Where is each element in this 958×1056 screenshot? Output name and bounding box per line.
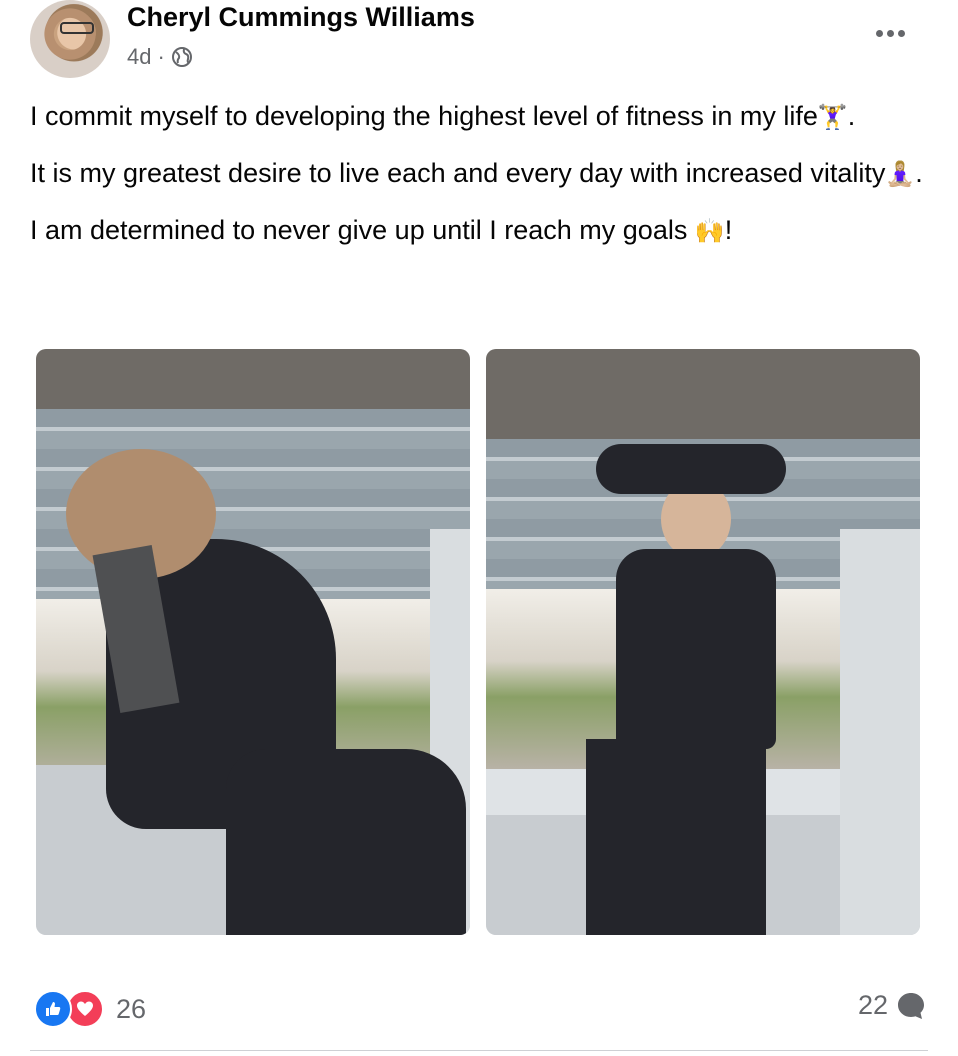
post-paragraph: I commit myself to developing the highes… bbox=[30, 101, 856, 131]
avatar-glasses bbox=[60, 22, 94, 34]
meditation-emoji: 🧘🏼‍♀️ bbox=[885, 161, 916, 188]
reaction-count: 26 bbox=[116, 993, 147, 1024]
more-options-icon[interactable] bbox=[870, 20, 910, 46]
post-paragraph: It is my greatest desire to live each an… bbox=[30, 158, 923, 188]
author-avatar[interactable] bbox=[30, 0, 110, 78]
divider bbox=[30, 1050, 928, 1051]
like-icon bbox=[34, 990, 72, 1028]
globe-icon[interactable] bbox=[171, 46, 193, 68]
comments-summary[interactable]: 22 bbox=[858, 990, 926, 1021]
post-paragraph: I am determined to never give up until I… bbox=[30, 215, 733, 245]
reactions-summary[interactable]: 26 bbox=[34, 990, 146, 1028]
post-time[interactable]: 4d bbox=[127, 44, 151, 70]
avatar-hair bbox=[38, 6, 102, 76]
author-name[interactable]: Cheryl Cummings Williams bbox=[127, 2, 475, 33]
weightlifter-emoji: 🏋️‍♀️ bbox=[817, 104, 848, 131]
post-body: I commit myself to developing the highes… bbox=[30, 96, 930, 267]
post-meta: 4d · bbox=[127, 44, 193, 70]
photo-overhead-extension[interactable] bbox=[486, 349, 920, 935]
comment-count: 22 bbox=[857, 990, 888, 1020]
meta-separator: · bbox=[157, 44, 165, 69]
comment-icon bbox=[896, 991, 926, 1021]
raised-hands-emoji: 🙌 bbox=[694, 218, 725, 245]
photo-dumbbell-row[interactable] bbox=[36, 349, 470, 935]
